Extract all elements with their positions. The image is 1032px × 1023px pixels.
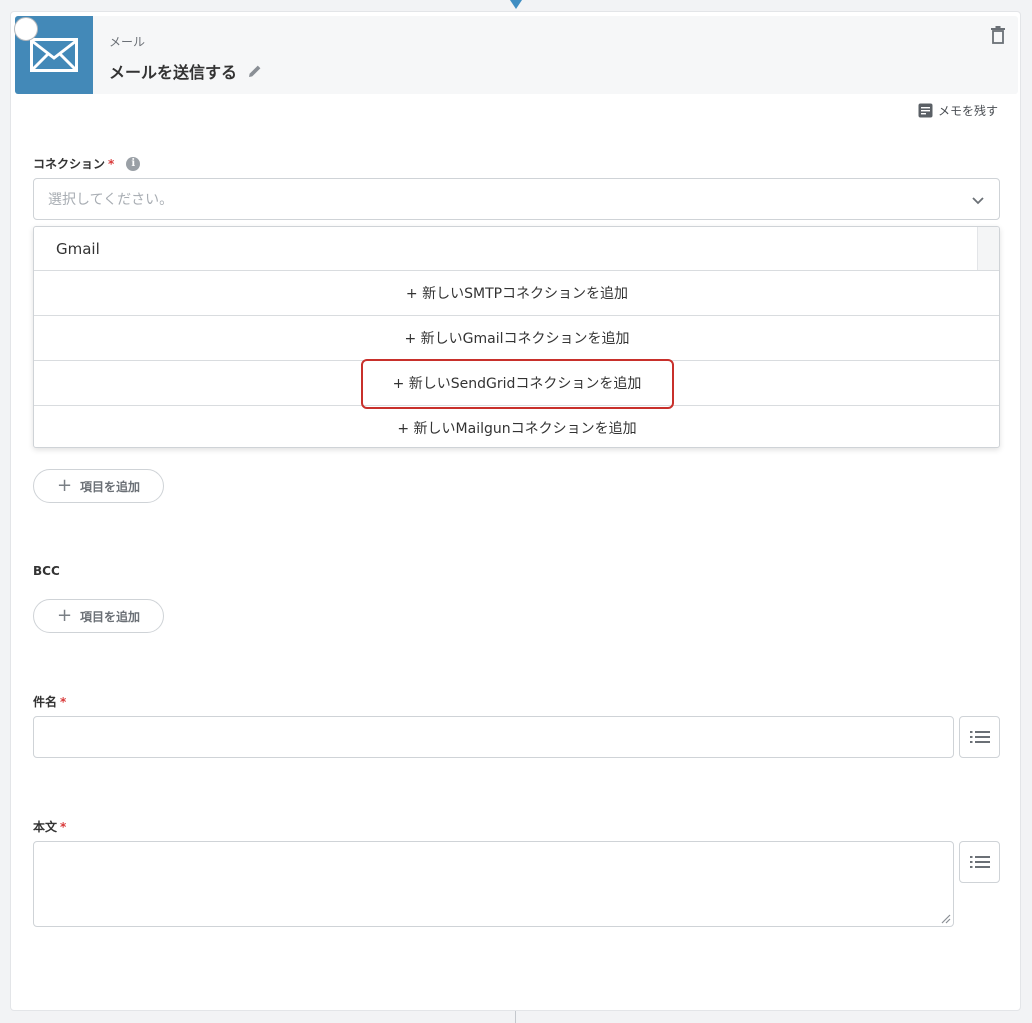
connection-dropdown: Gmail + 新しいSMTPコネクションを追加 + 新しいGmailコネクショ…: [33, 226, 1000, 448]
add-gmail-connection[interactable]: + 新しいGmailコネクションを追加: [34, 315, 999, 360]
add-item-button-bcc[interactable]: + 項目を追加: [33, 599, 164, 633]
chevron-down-icon: [972, 197, 984, 205]
body-textarea[interactable]: [33, 841, 954, 927]
required-mark: *: [108, 156, 115, 171]
resize-grip-icon[interactable]: [941, 914, 951, 924]
connection-placeholder: 選択してください。: [48, 192, 174, 208]
send-mail-step-card: メール メールを送信する メモを残す コネクション * i 選択してください。 …: [10, 11, 1021, 1011]
required-mark: *: [60, 694, 67, 709]
body-label-text: 本文: [33, 820, 58, 834]
required-mark: *: [60, 819, 67, 834]
trash-icon[interactable]: [990, 26, 1006, 44]
flow-connector-arrow: [510, 0, 522, 9]
info-icon[interactable]: i: [126, 156, 141, 171]
body-label: 本文 *: [33, 818, 66, 835]
pencil-icon[interactable]: [247, 63, 263, 79]
step-category: メール: [109, 35, 146, 49]
bcc-label-text: BCC: [33, 564, 60, 578]
plus-icon: +: [56, 475, 73, 496]
step-title-text: メールを送信する: [109, 63, 238, 82]
step-title: メールを送信する: [109, 59, 263, 83]
add-item-label: 項目を追加: [80, 609, 141, 624]
add-sendgrid-connection[interactable]: + 新しいSendGridコネクションを追加: [34, 360, 999, 405]
dropdown-option-gmail[interactable]: Gmail: [34, 227, 978, 271]
connection-label: コネクション * i: [33, 155, 141, 172]
add-smtp-connection[interactable]: + 新しいSMTPコネクションを追加: [34, 270, 999, 315]
plus-icon: +: [56, 605, 73, 626]
subject-label-text: 件名: [33, 695, 58, 709]
subject-input[interactable]: [33, 716, 954, 758]
flow-connector-line: [515, 1011, 516, 1023]
envelope-icon: [30, 38, 78, 72]
note-icon: [918, 103, 933, 118]
dropdown-scrollbar[interactable]: [977, 227, 999, 271]
step-header: メール メールを送信する: [15, 16, 1018, 94]
memo-button[interactable]: メモを残す: [918, 102, 998, 119]
step-drag-handle[interactable]: [14, 17, 38, 41]
add-item-label: 項目を追加: [80, 479, 141, 494]
add-mailgun-connection[interactable]: + 新しいMailgunコネクションを追加: [34, 405, 999, 447]
subject-variable-button[interactable]: [959, 716, 1000, 758]
add-item-button-cc[interactable]: + 項目を追加: [33, 469, 164, 503]
list-icon: [969, 856, 990, 868]
bcc-label: BCC: [33, 564, 60, 578]
connection-label-text: コネクション: [33, 157, 106, 171]
connection-select[interactable]: 選択してください。: [33, 178, 1000, 220]
body-variable-button[interactable]: [959, 841, 1000, 883]
memo-label: メモを残す: [937, 104, 998, 118]
list-icon: [969, 731, 990, 743]
subject-label: 件名 *: [33, 693, 66, 710]
